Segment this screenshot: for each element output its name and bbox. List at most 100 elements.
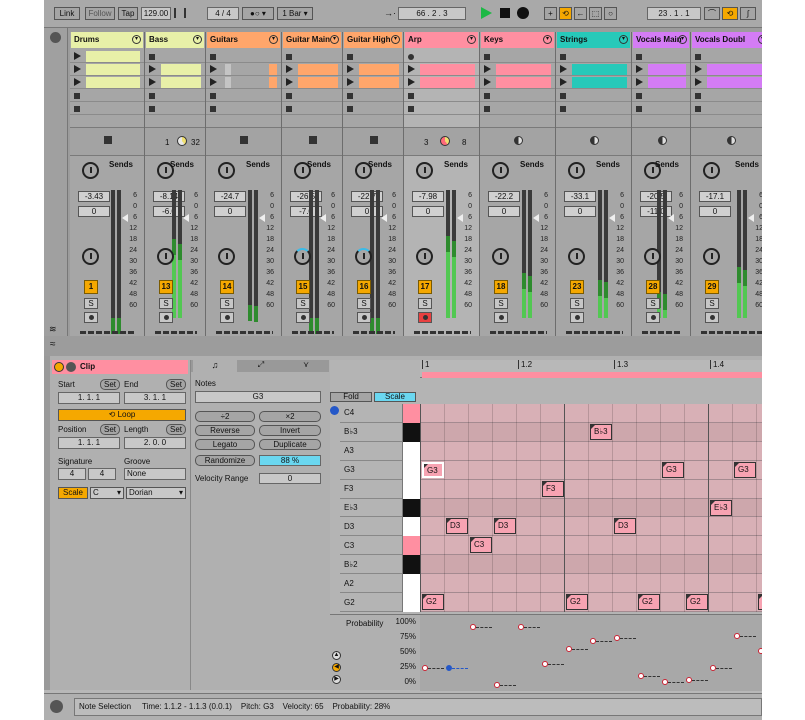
tap-button[interactable]: Tap: [118, 7, 138, 20]
midi-note[interactable]: G2: [758, 594, 762, 611]
capture-icon[interactable]: ⬚: [589, 7, 602, 20]
track-activator[interactable]: 23: [570, 280, 584, 294]
slot-stop-icon[interactable]: [636, 106, 642, 112]
clip-slot-row[interactable]: [343, 102, 403, 115]
midi-note[interactable]: D3: [614, 518, 636, 535]
clip-slot-row[interactable]: [691, 63, 762, 76]
slot-play-icon[interactable]: [286, 65, 293, 73]
stop-clip-icon[interactable]: [308, 136, 317, 144]
track-fold-icon[interactable]: ▾: [193, 35, 202, 44]
track-header[interactable]: Drums ▾: [71, 32, 143, 48]
clip-slot[interactable]: [269, 64, 277, 75]
volume-handle-icon[interactable]: [533, 214, 539, 222]
slot-stop-icon[interactable]: [149, 54, 155, 60]
volume-field[interactable]: -3.43: [78, 191, 110, 202]
volume-handle-icon[interactable]: [320, 214, 326, 222]
pan-knob-icon[interactable]: [294, 248, 311, 265]
arm-button[interactable]: [296, 312, 310, 323]
volume-field[interactable]: -24.7: [214, 191, 246, 202]
probability-point[interactable]: [662, 679, 668, 686]
track-fold-icon[interactable]: ▾: [619, 35, 628, 44]
midi-note[interactable]: G2: [638, 594, 660, 611]
track-fold-icon[interactable]: ▾: [132, 35, 141, 44]
clip-slot[interactable]: [269, 77, 277, 88]
slot-stop-icon[interactable]: [484, 54, 490, 60]
key-row[interactable]: A3: [340, 441, 420, 461]
solo-button[interactable]: S: [494, 298, 508, 309]
scale-root-select[interactable]: C ▾: [90, 487, 124, 499]
slot-play-icon[interactable]: [636, 78, 643, 86]
lane-left-icon[interactable]: ◀: [332, 663, 341, 672]
key-row[interactable]: D3: [340, 517, 420, 537]
slot-play-icon[interactable]: [210, 78, 217, 86]
slot-stop-icon[interactable]: [347, 106, 353, 112]
midi-note[interactable]: F3: [542, 480, 564, 497]
volume-handle-icon[interactable]: [748, 214, 754, 222]
clip-slot-row[interactable]: [70, 50, 144, 63]
pan-knob-icon[interactable]: [568, 248, 585, 265]
volume-handle-icon[interactable]: [259, 214, 265, 222]
halve-button[interactable]: ÷2: [195, 411, 255, 422]
track-fold-icon[interactable]: ▾: [330, 35, 339, 44]
clip-slot-row[interactable]: [282, 89, 342, 102]
slot-stop-icon[interactable]: [286, 106, 292, 112]
piano-key[interactable]: [402, 593, 420, 612]
clip-slot-row[interactable]: [404, 89, 479, 102]
track-header[interactable]: Strings ▾: [557, 32, 630, 48]
key-row[interactable]: A2: [340, 574, 420, 594]
clip-slot-row[interactable]: [282, 63, 342, 76]
pan-knob-icon[interactable]: [82, 248, 99, 265]
arm-button[interactable]: [705, 312, 719, 323]
reverse-button[interactable]: Reverse: [195, 425, 255, 436]
track-header[interactable]: Keys ▾: [481, 32, 554, 48]
solo-button[interactable]: S: [220, 298, 234, 309]
slot-stop-icon[interactable]: [560, 93, 566, 99]
clip-slot[interactable]: [648, 64, 686, 75]
clip-slot[interactable]: [161, 77, 201, 88]
piano-key[interactable]: [402, 517, 420, 537]
slot-stop-icon[interactable]: [560, 54, 566, 60]
send-knob-icon[interactable]: [568, 162, 585, 179]
slot-stop-icon[interactable]: [74, 93, 80, 99]
volume-field[interactable]: -20.5: [640, 191, 672, 202]
piano-key[interactable]: [402, 498, 420, 518]
position-field[interactable]: 1. 1. 1: [58, 437, 120, 449]
clip-fold-icon[interactable]: [66, 362, 76, 372]
clip-slot-row[interactable]: [556, 102, 631, 115]
clip-slot-row[interactable]: [632, 63, 690, 76]
track-activator[interactable]: 13: [159, 280, 173, 294]
invert-button[interactable]: Invert: [259, 425, 321, 436]
slot-stop-icon[interactable]: [347, 54, 353, 60]
start-field[interactable]: 1. 1. 1: [58, 392, 120, 404]
send-knob-icon[interactable]: [218, 162, 235, 179]
midi-note[interactable]: E♭3: [710, 499, 732, 516]
volume-handle-icon[interactable]: [122, 214, 128, 222]
clip-slot-row[interactable]: [282, 76, 342, 89]
probability-point[interactable]: [518, 624, 524, 631]
slot-stop-icon[interactable]: [408, 93, 414, 99]
probability-point[interactable]: [614, 635, 620, 641]
volume-field[interactable]: -17.1: [699, 191, 731, 202]
clip-slot-row[interactable]: [556, 89, 631, 102]
slot-stop-icon[interactable]: [484, 93, 490, 99]
end-set-button[interactable]: Set: [166, 379, 186, 390]
clip-slot-row[interactable]: [145, 89, 205, 102]
midi-note[interactable]: G2: [566, 594, 588, 611]
pan-field[interactable]: 0: [564, 206, 596, 217]
volume-field[interactable]: -22.2: [488, 191, 520, 202]
clip-slot-row[interactable]: [632, 76, 690, 89]
solo-button[interactable]: S: [357, 298, 371, 309]
track-fold-icon[interactable]: ▾: [678, 35, 687, 44]
mpe-tab-icon[interactable]: ⋎: [285, 360, 327, 372]
overdub-button[interactable]: +: [544, 7, 557, 20]
status-expand-icon[interactable]: [50, 700, 63, 713]
track-header[interactable]: Guitar Main ▾: [283, 32, 341, 48]
piano-key[interactable]: [402, 441, 420, 461]
slot-play-icon[interactable]: [286, 78, 293, 86]
clip-slot-row[interactable]: [691, 76, 762, 89]
track-header[interactable]: Guitar High ▾: [344, 32, 402, 48]
midi-note[interactable]: B♭3: [590, 423, 612, 440]
key-row[interactable]: C4: [340, 404, 420, 423]
probability-point[interactable]: [734, 633, 740, 640]
midi-note[interactable]: G3: [422, 461, 444, 478]
